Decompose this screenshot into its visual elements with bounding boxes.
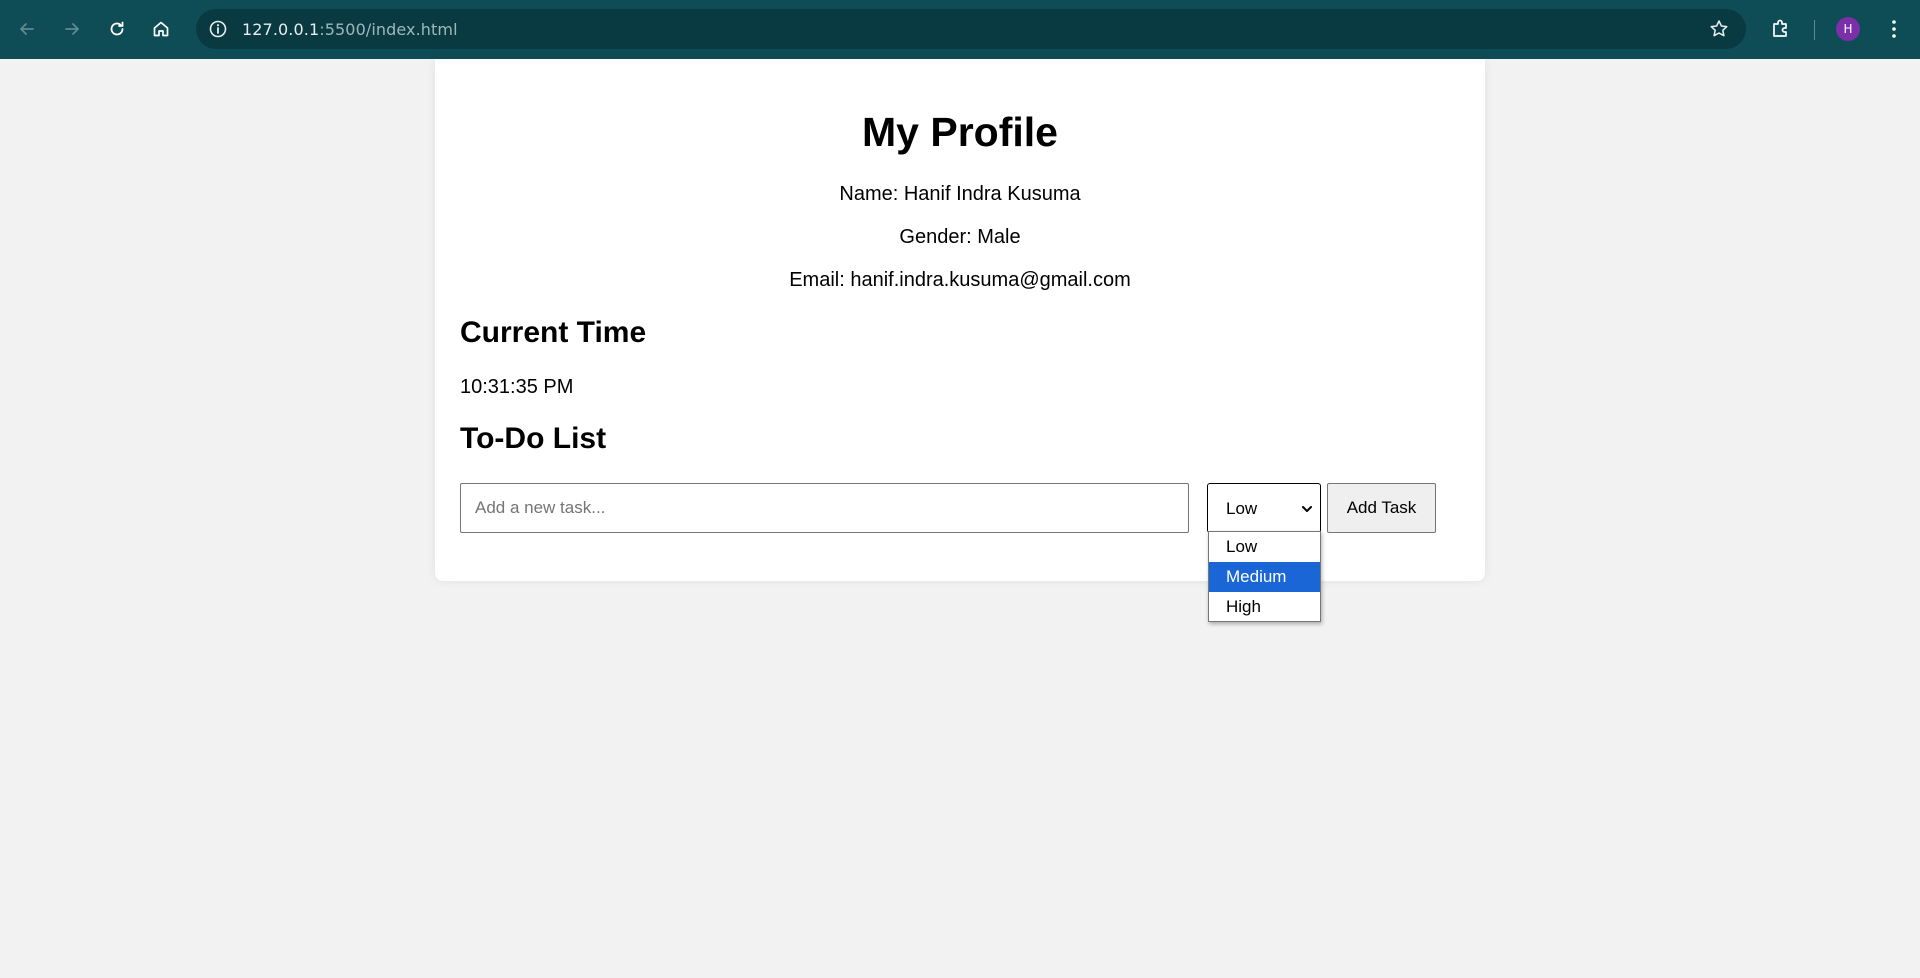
url-text[interactable]: 127.0.0.1:5500/index.html [242, 20, 458, 39]
bookmark-star-icon[interactable] [1708, 18, 1730, 40]
priority-dropdown-list: Low Medium High [1208, 531, 1321, 622]
profile-name: Name: Hanif Indra Kusuma [839, 183, 1081, 205]
kebab-menu-icon[interactable] [1882, 17, 1906, 41]
current-time-value: 10:31:35 PM [460, 376, 574, 398]
address-bar[interactable]: 127.0.0.1:5500/index.html [196, 9, 1746, 49]
chevron-down-icon [1302, 506, 1312, 512]
priority-option-low[interactable]: Low [1209, 532, 1320, 562]
browser-toolbar: 127.0.0.1:5500/index.html H [0, 0, 1920, 59]
profile-gender: Gender: Male [899, 226, 1021, 248]
home-icon [153, 21, 169, 37]
add-task-button[interactable]: Add Task [1327, 483, 1436, 533]
back-button[interactable] [10, 12, 44, 46]
priority-option-medium[interactable]: Medium [1209, 562, 1320, 592]
profile-card: My Profile Name: Hanif Indra Kusuma Gend… [435, 59, 1485, 581]
profile-avatar[interactable]: H [1836, 17, 1860, 41]
site-info-icon[interactable] [208, 19, 228, 39]
current-time-heading: Current Time [460, 316, 647, 349]
page-title: My Profile [862, 109, 1058, 155]
reload-button[interactable] [100, 12, 134, 46]
priority-selected-value: Low [1226, 499, 1258, 518]
priority-option-high[interactable]: High [1209, 592, 1320, 622]
forward-icon [65, 23, 79, 35]
forward-button[interactable] [55, 12, 89, 46]
home-button[interactable] [144, 12, 178, 46]
profile-email: Email: hanif.indra.kusuma@gmail.com [789, 269, 1131, 291]
priority-select[interactable]: Low [1207, 483, 1321, 533]
todo-heading: To-Do List [460, 422, 607, 455]
task-input[interactable] [460, 483, 1189, 533]
back-icon [20, 23, 34, 35]
toolbar-divider [1814, 20, 1815, 40]
url-path: :5500/index.html [319, 20, 458, 39]
url-host: 127.0.0.1 [242, 20, 320, 39]
extensions-icon[interactable] [1769, 17, 1793, 41]
reload-icon [110, 21, 124, 36]
